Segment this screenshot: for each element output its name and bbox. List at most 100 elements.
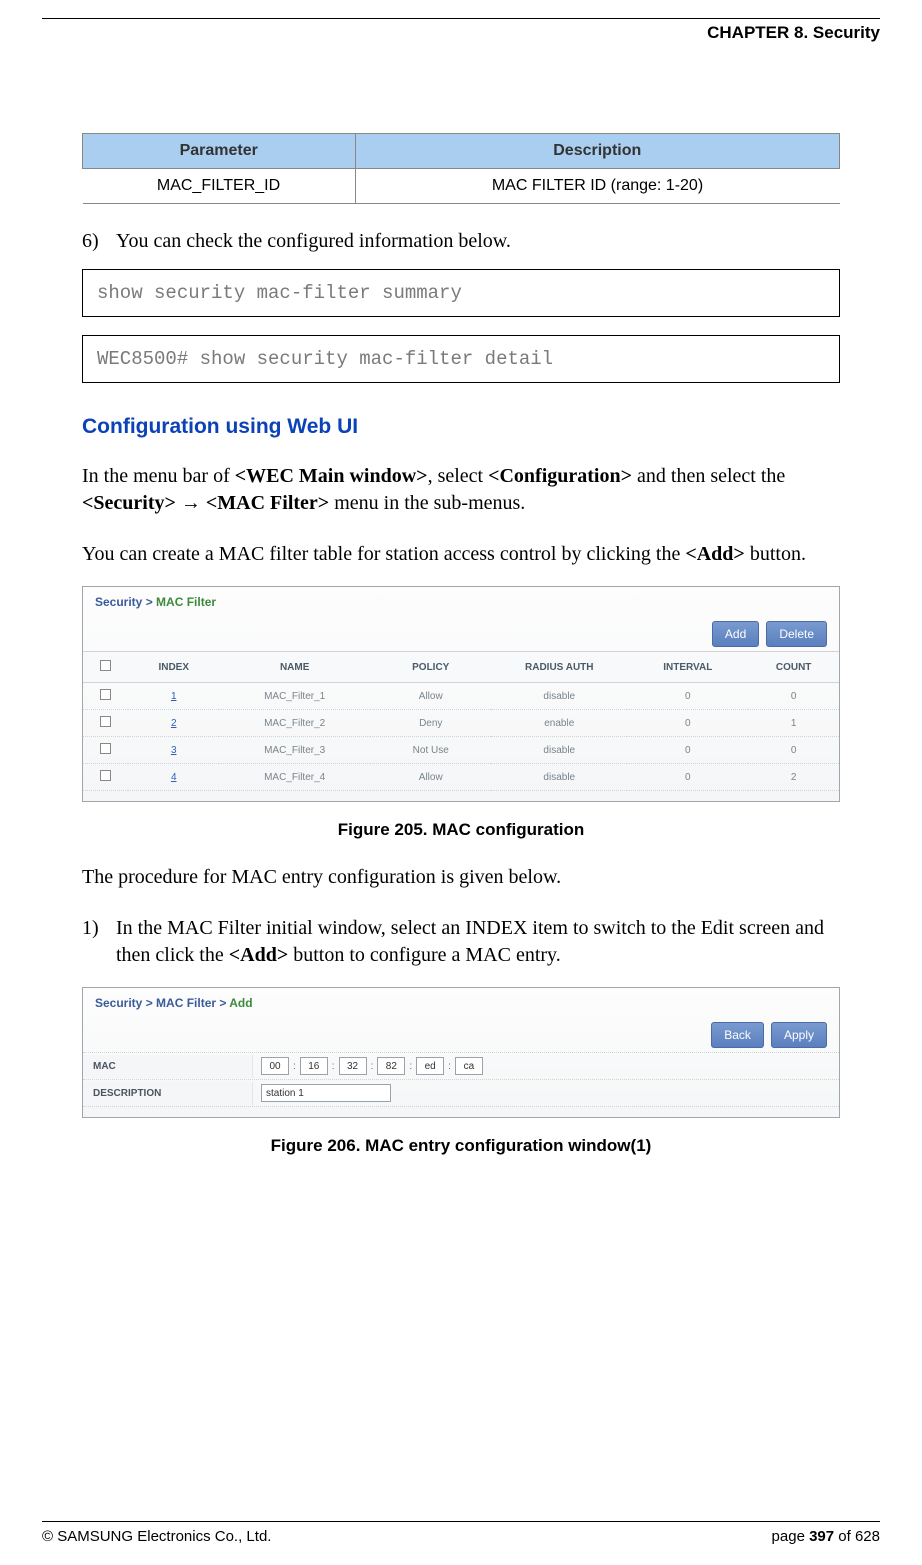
name-cell: MAC_Filter_4	[219, 764, 370, 791]
button-row: Back Apply	[83, 1018, 839, 1052]
policy-cell: Not Use	[370, 737, 491, 764]
text-fragment: button.	[745, 543, 806, 565]
table-row: 3MAC_Filter_3Not Usedisable00	[83, 737, 839, 764]
mac-octet-input[interactable]	[261, 1057, 289, 1075]
mac-octet-input[interactable]	[416, 1057, 444, 1075]
param-table-head-param: Parameter	[83, 134, 356, 169]
breadcrumb: Security > MAC Filter > Add	[83, 988, 839, 1018]
bold-text: <Security>	[82, 492, 176, 514]
row-checkbox[interactable]	[100, 770, 111, 781]
text-fragment: menu in the sub-menus.	[329, 492, 525, 514]
back-button[interactable]: Back	[711, 1022, 764, 1048]
col-interval: INTERVAL	[627, 652, 748, 683]
col-index: INDEX	[128, 652, 219, 683]
text-fragment: , select	[428, 465, 489, 487]
step-1: 1) In the MAC Filter initial window, sel…	[82, 915, 840, 969]
mac-octet-input[interactable]	[377, 1057, 405, 1075]
breadcrumb-current: MAC Filter	[156, 595, 216, 609]
row-checkbox[interactable]	[100, 689, 111, 700]
mac-separator: :	[371, 1061, 374, 1072]
description-label: DESCRIPTION	[83, 1082, 253, 1105]
figure-205-screenshot: Security > MAC Filter Add Delete INDEX N…	[82, 586, 840, 802]
row-checkbox[interactable]	[100, 743, 111, 754]
form-row-description: DESCRIPTION	[83, 1079, 839, 1107]
table-row: 4MAC_Filter_4Allowdisable02	[83, 764, 839, 791]
figure-206-caption: Figure 206. MAC entry configuration wind…	[82, 1136, 840, 1156]
mac-octet-input[interactable]	[300, 1057, 328, 1075]
breadcrumb-path: Security > MAC Filter >	[95, 996, 229, 1010]
mac-octet-input[interactable]	[339, 1057, 367, 1075]
figure-205-caption: Figure 205. MAC configuration	[82, 820, 840, 840]
mac-input-group: :::::	[253, 1053, 491, 1079]
arrow-icon: →	[176, 492, 206, 514]
step-text: You can check the configured information…	[116, 228, 840, 255]
mac-separator: :	[448, 1061, 451, 1072]
page-header: CHAPTER 8. Security	[42, 18, 880, 43]
bold-text: <Configuration>	[488, 465, 632, 487]
radius-cell: enable	[491, 710, 627, 737]
breadcrumb: Security > MAC Filter	[83, 587, 839, 617]
step-number: 1)	[82, 915, 116, 969]
text-fragment: In the menu bar of	[82, 465, 235, 487]
count-cell: 0	[748, 683, 839, 710]
mac-label: MAC	[83, 1055, 253, 1078]
index-link[interactable]: 4	[171, 772, 177, 783]
name-cell: MAC_Filter_2	[219, 710, 370, 737]
code-block-2: WEC8500# show security mac-filter detail	[82, 335, 840, 383]
description-input[interactable]	[261, 1084, 391, 1102]
name-cell: MAC_Filter_1	[219, 683, 370, 710]
interval-cell: 0	[627, 710, 748, 737]
text-fragment: You can create a MAC filter table for st…	[82, 543, 685, 565]
text-fragment: of 628	[834, 1528, 880, 1545]
bold-text: <MAC Filter>	[206, 492, 329, 514]
section-paragraph-1: In the menu bar of <WEC Main window>, se…	[82, 463, 840, 517]
interval-cell: 0	[627, 764, 748, 791]
policy-cell: Allow	[370, 764, 491, 791]
count-cell: 0	[748, 737, 839, 764]
mid-paragraph: The procedure for MAC entry configuratio…	[82, 864, 840, 891]
page-number-current: 397	[809, 1528, 834, 1545]
page-footer: © SAMSUNG Electronics Co., Ltd. page 397…	[42, 1521, 880, 1545]
bold-text: <Add>	[685, 543, 744, 565]
table-row: 1MAC_Filter_1Allowdisable00	[83, 683, 839, 710]
col-policy: POLICY	[370, 652, 491, 683]
radius-cell: disable	[491, 683, 627, 710]
col-count: COUNT	[748, 652, 839, 683]
index-link[interactable]: 1	[171, 691, 177, 702]
text-fragment: page	[772, 1528, 810, 1545]
page-content: Parameter Description MAC_FILTER_ID MAC …	[42, 133, 880, 1156]
index-link[interactable]: 2	[171, 718, 177, 729]
copyright-text: © SAMSUNG Electronics Co., Ltd.	[42, 1528, 271, 1545]
delete-button[interactable]: Delete	[766, 621, 827, 647]
mac-octet-input[interactable]	[455, 1057, 483, 1075]
step-number: 6)	[82, 228, 116, 255]
index-link[interactable]: 3	[171, 745, 177, 756]
row-checkbox[interactable]	[100, 716, 111, 727]
step-text: In the MAC Filter initial window, select…	[116, 915, 840, 969]
step-6: 6) You can check the configured informat…	[82, 228, 840, 255]
col-name: NAME	[219, 652, 370, 683]
code-block-1: show security mac-filter summary	[82, 269, 840, 317]
chapter-label: CHAPTER 8. Security	[707, 23, 880, 42]
mac-separator: :	[409, 1061, 412, 1072]
breadcrumb-current: Add	[229, 996, 252, 1010]
checkbox-icon[interactable]	[100, 660, 111, 671]
bold-text: <Add>	[229, 944, 288, 966]
description-value	[253, 1080, 399, 1106]
section-paragraph-2: You can create a MAC filter table for st…	[82, 541, 840, 568]
mac-separator: :	[332, 1061, 335, 1072]
add-button[interactable]: Add	[712, 621, 759, 647]
count-cell: 2	[748, 764, 839, 791]
col-checkbox	[83, 652, 128, 683]
button-row: Add Delete	[83, 617, 839, 651]
count-cell: 1	[748, 710, 839, 737]
policy-cell: Deny	[370, 710, 491, 737]
apply-button[interactable]: Apply	[771, 1022, 827, 1048]
breadcrumb-path: Security >	[95, 595, 156, 609]
table-row: MAC_FILTER_ID MAC FILTER ID (range: 1-20…	[83, 169, 840, 204]
figure-206-screenshot: Security > MAC Filter > Add Back Apply M…	[82, 987, 840, 1118]
name-cell: MAC_Filter_3	[219, 737, 370, 764]
text-fragment: button to configure a MAC entry.	[288, 944, 561, 966]
interval-cell: 0	[627, 737, 748, 764]
page-number: page 397 of 628	[772, 1528, 880, 1545]
